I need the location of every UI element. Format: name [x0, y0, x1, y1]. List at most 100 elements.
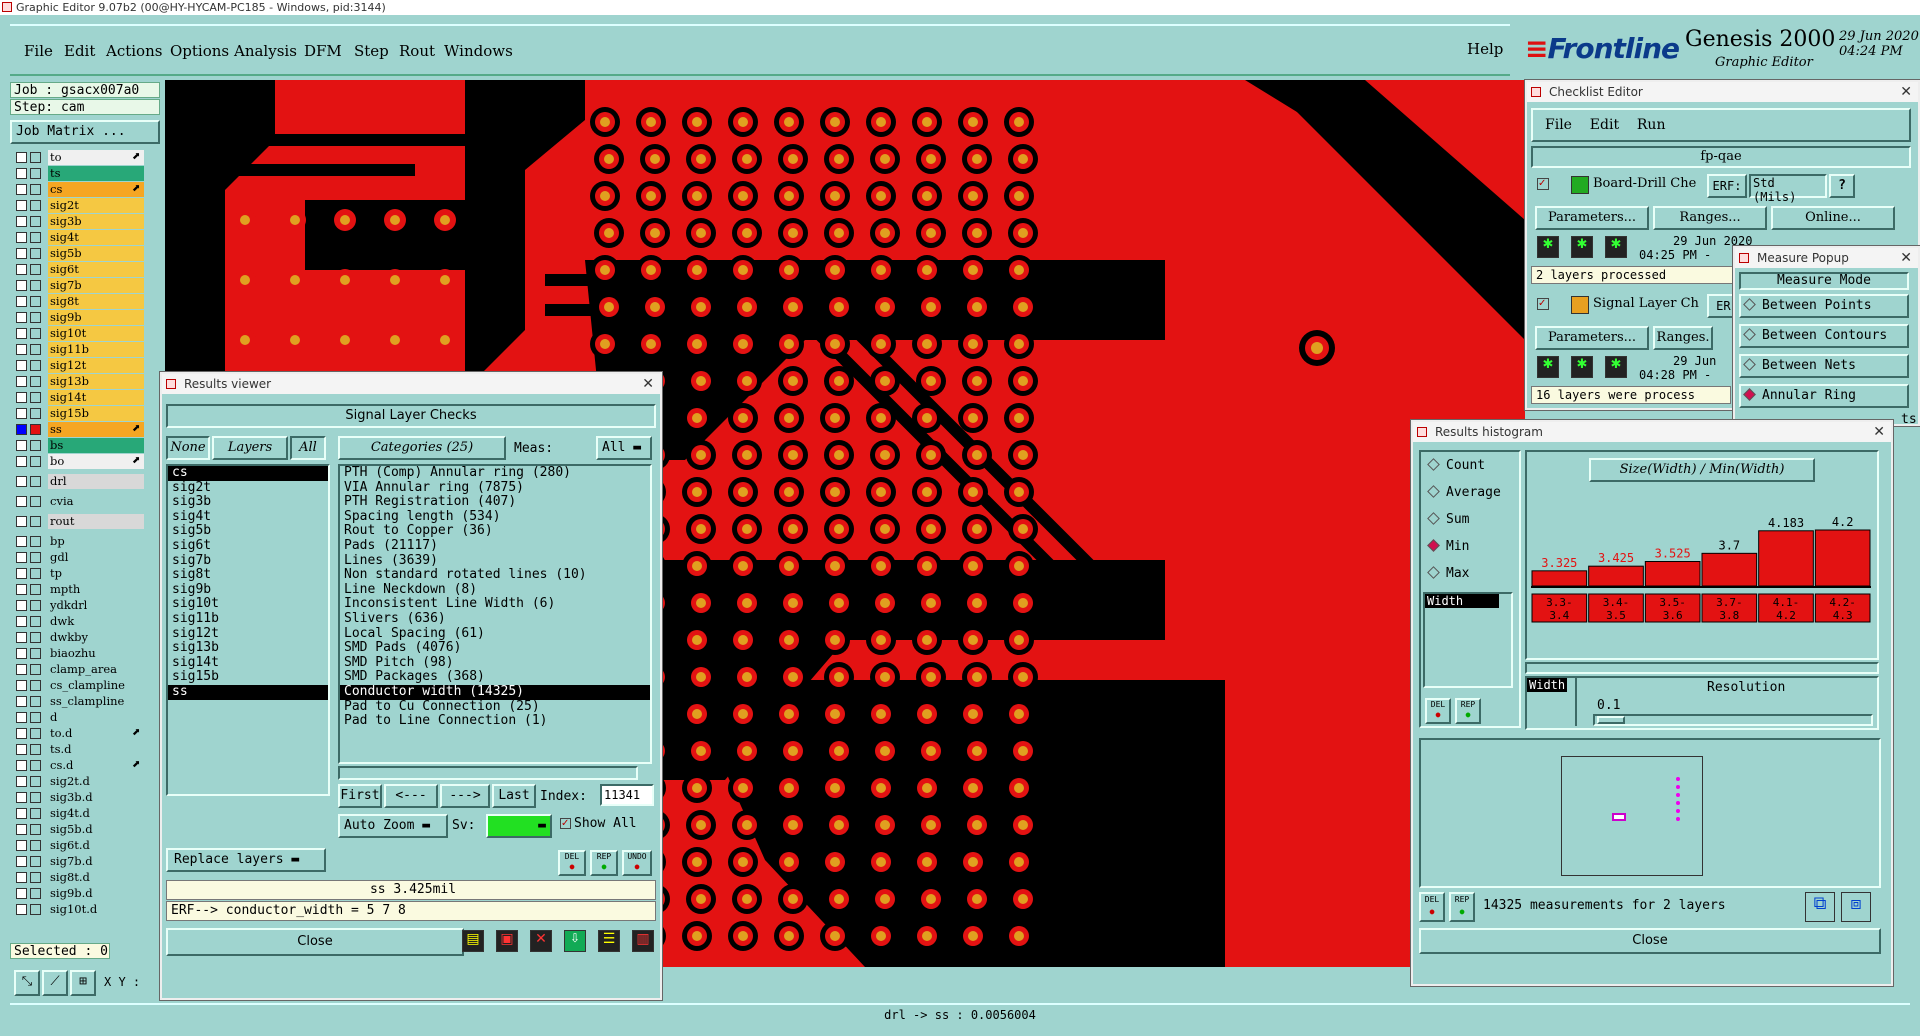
layer-row[interactable]: sig11b: [12, 342, 160, 357]
checklist-menu-edit[interactable]: Edit: [1590, 117, 1619, 133]
run-icon[interactable]: ✱: [1537, 236, 1559, 258]
layer-checkbox[interactable]: [16, 600, 27, 611]
category-item[interactable]: Non standard rotated lines (10): [340, 568, 650, 583]
layer-checkbox[interactable]: [16, 536, 27, 547]
layer-name[interactable]: gdl: [48, 550, 144, 565]
check-name[interactable]: Signal Layer Ch: [1593, 296, 1699, 311]
layer-checkbox[interactable]: [16, 440, 27, 451]
layer-results-list[interactable]: cs sig2t sig3b sig4t sig5b sig6t sig7b sig8t sig…: [166, 464, 330, 796]
layer-row[interactable]: sig6t: [12, 262, 160, 277]
layer-visibility-swatch[interactable]: [30, 552, 41, 563]
check-enabled-checkbox[interactable]: ✓: [1537, 298, 1549, 310]
layer-row[interactable]: sig7b: [12, 278, 160, 293]
result-layer-item[interactable]: sig11b: [168, 611, 328, 627]
layer-checkbox[interactable]: [16, 184, 27, 195]
layer-row[interactable]: cs_clampline: [12, 678, 160, 693]
last-button[interactable]: Last: [492, 784, 536, 808]
job-matrix-button[interactable]: Job Matrix ...: [10, 120, 160, 144]
replace-icon[interactable]: REP ●: [590, 850, 618, 876]
layer-visibility-swatch[interactable]: [30, 760, 41, 771]
category-item[interactable]: PTH (Comp) Annular ring (280): [340, 465, 650, 481]
delete-icon[interactable]: DEL ●: [1419, 892, 1445, 922]
check-name[interactable]: Board-Drill Che: [1593, 176, 1696, 191]
layer-name[interactable]: sig15b: [48, 406, 144, 421]
menu-windows[interactable]: Windows: [444, 42, 513, 60]
layer-row[interactable]: sig3b.d: [12, 790, 160, 805]
layer-row[interactable]: sig2t: [12, 198, 160, 213]
close-icon[interactable]: ✕: [1873, 422, 1885, 442]
layer-row[interactable]: cs.d ⬈: [12, 758, 160, 773]
layers-button[interactable]: Layers: [212, 436, 288, 460]
layer-name[interactable]: ss_clampline: [48, 694, 144, 709]
layer-row[interactable]: rout: [12, 514, 160, 529]
grid-tool-icon[interactable]: ⊞: [70, 970, 96, 996]
menu-analysis[interactable]: Analysis: [234, 42, 297, 60]
layer-name[interactable]: cvia: [48, 494, 144, 509]
layer-visibility-swatch[interactable]: [30, 600, 41, 611]
layer-name[interactable]: sig6t.d: [48, 838, 144, 853]
layer-checkbox[interactable]: [16, 760, 27, 771]
layer-checkbox[interactable]: [16, 344, 27, 355]
layer-checkbox[interactable]: [16, 248, 27, 259]
chart-icon[interactable]: ▣: [496, 930, 518, 952]
layer-visibility-swatch[interactable]: [30, 296, 41, 307]
result-layer-item[interactable]: sig7b: [168, 553, 328, 569]
histogram-hscroll[interactable]: [1525, 662, 1879, 674]
layer-row[interactable]: sig10t: [12, 326, 160, 341]
layer-name[interactable]: mpth: [48, 582, 144, 597]
layer-visibility-swatch[interactable]: [30, 792, 41, 803]
parameters-button[interactable]: Parameters...: [1535, 326, 1649, 350]
layer-row[interactable]: sig7b.d: [12, 854, 160, 869]
layer-visibility-swatch[interactable]: [30, 168, 41, 179]
layer-checkbox[interactable]: [16, 360, 27, 371]
close-icon[interactable]: ✕: [1900, 248, 1912, 268]
layer-name[interactable]: sig4t: [48, 230, 144, 245]
layer-row[interactable]: mpth: [12, 582, 160, 597]
category-item[interactable]: PTH Registration (407): [340, 495, 650, 510]
sv-color-dropdown[interactable]: ▬: [486, 814, 552, 838]
layer-row[interactable]: ss_clampline: [12, 694, 160, 709]
layer-name[interactable]: sig9b.d: [48, 886, 144, 901]
layer-checkbox[interactable]: [16, 328, 27, 339]
category-item[interactable]: Line Neckdown (8): [340, 582, 650, 598]
histogram-bar[interactable]: [1814, 529, 1871, 587]
layer-row[interactable]: bp: [12, 534, 160, 549]
layer-checkbox[interactable]: [16, 808, 27, 819]
layer-visibility-swatch[interactable]: [30, 536, 41, 547]
layer-checkbox[interactable]: [16, 424, 27, 435]
undo-icon[interactable]: UNDO ●: [622, 850, 652, 876]
histogram-close-button[interactable]: Close: [1419, 928, 1881, 954]
layer-row[interactable]: sig9b.d: [12, 886, 160, 901]
category-item[interactable]: Slivers (636): [340, 611, 650, 627]
layer-row[interactable]: ydkdrl: [12, 598, 160, 613]
stat-option[interactable]: Min: [1427, 539, 1469, 554]
result-layer-item[interactable]: sig10t: [168, 597, 328, 612]
layer-name[interactable]: sig5b: [48, 246, 144, 261]
stat-option[interactable]: Average: [1427, 485, 1501, 500]
layer-name[interactable]: sig11b: [48, 342, 144, 357]
category-item[interactable]: Spacing length (534): [340, 509, 650, 525]
layer-row[interactable]: sig14t: [12, 390, 160, 405]
layer-visibility-swatch[interactable]: [30, 376, 41, 387]
report-icon[interactable]: ☰: [598, 930, 620, 952]
layer-visibility-swatch[interactable]: [30, 744, 41, 755]
layer-visibility-swatch[interactable]: [30, 664, 41, 675]
menu-help[interactable]: Help: [1467, 40, 1503, 58]
category-item[interactable]: Pad to Line Connection (1): [340, 713, 650, 729]
layer-name[interactable]: bs: [48, 438, 144, 453]
chart-title[interactable]: Size(Width) / Min(Width): [1589, 458, 1815, 482]
run-selected-icon[interactable]: ✱: [1571, 356, 1593, 378]
layer-visibility-swatch[interactable]: [30, 232, 41, 243]
layer-name[interactable]: cs: [48, 182, 144, 197]
layer-name[interactable]: clamp_area: [48, 662, 144, 677]
layer-visibility-swatch[interactable]: [30, 712, 41, 723]
layer-name[interactable]: sig3b: [48, 214, 144, 229]
layer-name[interactable]: ts.d: [48, 742, 144, 757]
layer-name[interactable]: dwk: [48, 614, 144, 629]
layer-row[interactable]: sig5b.d: [12, 822, 160, 837]
layer-row[interactable]: bo ⬈: [12, 454, 160, 469]
attr-list[interactable]: Width: [1423, 592, 1513, 688]
layer-visibility-swatch[interactable]: [30, 496, 41, 507]
layer-row[interactable]: d: [12, 710, 160, 725]
layer-visibility-swatch[interactable]: [30, 476, 41, 487]
